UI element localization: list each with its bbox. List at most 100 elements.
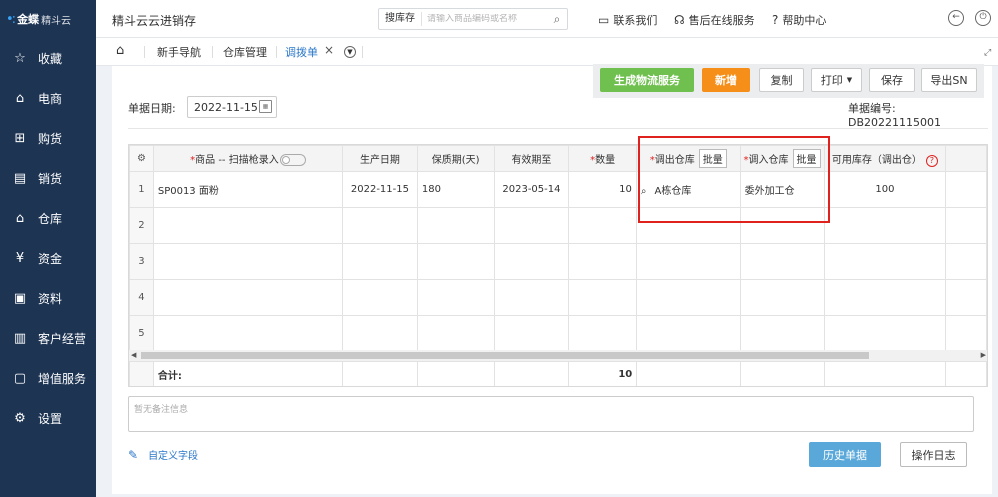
cell[interactable] bbox=[635, 207, 741, 244]
gear-icon[interactable]: ⚙ bbox=[137, 153, 146, 164]
cell[interactable] bbox=[739, 315, 825, 352]
table-row[interactable]: 4 bbox=[129, 279, 987, 316]
cell[interactable] bbox=[493, 279, 570, 316]
scroll-thumb[interactable] bbox=[141, 352, 869, 359]
cell[interactable] bbox=[739, 243, 825, 280]
cell[interactable] bbox=[416, 279, 495, 316]
home-icon[interactable]: ⌂ bbox=[116, 43, 124, 58]
sidebar-item-settings[interactable]: ⚙ 设置 bbox=[0, 398, 96, 438]
sidebar-item-label: 资料 bbox=[38, 291, 63, 306]
sidebar-item-sales[interactable]: ▤ 销货 bbox=[0, 158, 96, 198]
help-center-link[interactable]: ? 帮助中心 bbox=[772, 12, 826, 28]
cell[interactable] bbox=[493, 207, 570, 244]
scroll-right-icon[interactable]: ▶ bbox=[981, 350, 986, 361]
sidebar-item-purchase[interactable]: ⊞ 购货 bbox=[0, 118, 96, 158]
batch-in-button[interactable]: 批量 bbox=[792, 149, 821, 168]
cell[interactable] bbox=[342, 207, 418, 244]
cell[interactable] bbox=[568, 279, 637, 316]
power-icon[interactable]: ⏻ bbox=[975, 10, 991, 26]
cell-product[interactable] bbox=[152, 315, 344, 352]
table-header-row: ⚙ *商品 -- 扫描枪录入 生产日期 保质期(天) 有效期至 *数量 *调出仓… bbox=[129, 145, 987, 172]
fullscreen-icon[interactable]: ⤢ bbox=[984, 48, 991, 58]
cell[interactable] bbox=[342, 279, 418, 316]
cell[interactable] bbox=[568, 207, 637, 244]
horizontal-scrollbar[interactable]: ◀ ▶ bbox=[129, 350, 987, 361]
save-button[interactable]: 保存 bbox=[869, 68, 915, 92]
row-number: 5 bbox=[129, 315, 154, 352]
search-icon[interactable]: ⌕ bbox=[547, 12, 567, 27]
sidebar-item-favorites[interactable]: ☆ 收藏 bbox=[0, 38, 96, 78]
contact-us-link[interactable]: ▭ 联系我们 bbox=[598, 12, 657, 28]
cell[interactable] bbox=[342, 315, 418, 352]
cell-in-warehouse[interactable]: 委外加工仓 bbox=[739, 171, 825, 208]
col-product-label: 商品 -- 扫描枪录入 bbox=[195, 155, 279, 166]
cell[interactable] bbox=[635, 243, 741, 280]
custom-field-link[interactable]: ✎ 自定义字段 bbox=[128, 447, 198, 463]
column-settings[interactable]: ⚙ bbox=[129, 145, 154, 172]
print-button[interactable]: 打印 ▼ bbox=[811, 68, 862, 92]
divider bbox=[128, 128, 988, 129]
cell[interactable] bbox=[493, 243, 570, 280]
cell-product[interactable] bbox=[152, 279, 344, 316]
new-button[interactable]: 新增 bbox=[702, 68, 750, 92]
batch-out-button[interactable]: 批量 bbox=[698, 149, 727, 168]
cell[interactable] bbox=[342, 243, 418, 280]
after-sales-link[interactable]: ☊ 售后在线服务 bbox=[674, 12, 755, 28]
cell-out-warehouse[interactable]: ⌕ A栋仓库 bbox=[635, 171, 741, 208]
cell-prod-date[interactable]: 2022-11-15 bbox=[342, 171, 418, 208]
chevron-down-icon[interactable]: ▼ bbox=[344, 46, 356, 58]
scroll-left-icon[interactable]: ◀ bbox=[131, 350, 136, 361]
history-button[interactable]: 历史单据 bbox=[809, 442, 881, 467]
cell[interactable] bbox=[635, 279, 741, 316]
cell[interactable] bbox=[416, 315, 495, 352]
table-row[interactable]: 5 bbox=[129, 315, 987, 352]
operation-log-button[interactable]: 操作日志 bbox=[900, 442, 967, 467]
remark-input[interactable] bbox=[128, 396, 974, 432]
table-row[interactable]: 2 bbox=[129, 207, 987, 244]
cell[interactable] bbox=[635, 315, 741, 352]
search-scope-selector[interactable]: 搜库存 bbox=[379, 12, 422, 26]
cell-qty[interactable]: 10 bbox=[568, 171, 637, 208]
sidebar-item-crm[interactable]: ▥ 客户经营 bbox=[0, 318, 96, 358]
search-input[interactable] bbox=[422, 14, 547, 24]
cell[interactable] bbox=[568, 243, 637, 280]
copy-button[interactable]: 复制 bbox=[759, 68, 804, 92]
close-icon[interactable]: × bbox=[324, 43, 334, 57]
table-row[interactable]: 3 bbox=[129, 243, 987, 280]
sidebar-item-value-added[interactable]: ▢ 增值服务 bbox=[0, 358, 96, 398]
table-row[interactable]: 1 SP0013 面粉 2022-11-15 180 2023-05-14 10… bbox=[129, 171, 987, 208]
contact-us-label: 联系我们 bbox=[613, 14, 658, 27]
sidebar-item-funds[interactable]: ¥ 资金 bbox=[0, 238, 96, 278]
logistics-button[interactable]: 生成物流服务 bbox=[600, 68, 694, 92]
cell-expiry[interactable]: 2023-05-14 bbox=[493, 171, 570, 208]
document-icon: ▣ bbox=[13, 290, 27, 306]
sidebar-item-warehouse[interactable]: ⌂ 仓库 bbox=[0, 198, 96, 238]
tab-warehouse-mgmt[interactable]: 仓库管理 bbox=[223, 44, 267, 60]
cell[interactable] bbox=[416, 243, 495, 280]
cell[interactable] bbox=[416, 207, 495, 244]
tab-divider bbox=[212, 46, 213, 58]
sidebar-item-label: 增值服务 bbox=[38, 371, 87, 386]
star-icon: ☆ bbox=[14, 50, 26, 66]
cell-product[interactable] bbox=[152, 243, 344, 280]
back-icon[interactable]: ← bbox=[948, 10, 964, 26]
cell[interactable] bbox=[739, 279, 825, 316]
action-toolbar: 生成物流服务 新增 复制 打印 ▼ 保存 导出SN bbox=[593, 64, 984, 98]
cell[interactable] bbox=[568, 315, 637, 352]
help-icon[interactable]: ? bbox=[925, 154, 938, 167]
scan-toggle[interactable] bbox=[279, 154, 306, 166]
cell[interactable] bbox=[493, 315, 570, 352]
tab-transfer[interactable]: 调拨单 bbox=[285, 44, 318, 60]
cell[interactable] bbox=[739, 207, 825, 244]
cell-product[interactable] bbox=[152, 207, 344, 244]
calendar-icon[interactable]: ▦ bbox=[259, 100, 272, 113]
sidebar-item-ecommerce[interactable]: ⌂ 电商 bbox=[0, 78, 96, 118]
export-sn-button[interactable]: 导出SN bbox=[921, 68, 977, 92]
search-icon[interactable]: ⌕ bbox=[641, 186, 647, 197]
cell-product[interactable]: SP0013 面粉 bbox=[152, 171, 344, 208]
brand-logo[interactable]: •: 金蝶 精斗云 bbox=[0, 0, 96, 38]
date-field[interactable]: 2022-11-15 ▦ bbox=[187, 96, 277, 118]
cell-shelf-life[interactable]: 180 bbox=[416, 171, 495, 208]
tab-guide[interactable]: 新手导航 bbox=[157, 44, 201, 60]
sidebar-item-data[interactable]: ▣ 资料 bbox=[0, 278, 96, 318]
